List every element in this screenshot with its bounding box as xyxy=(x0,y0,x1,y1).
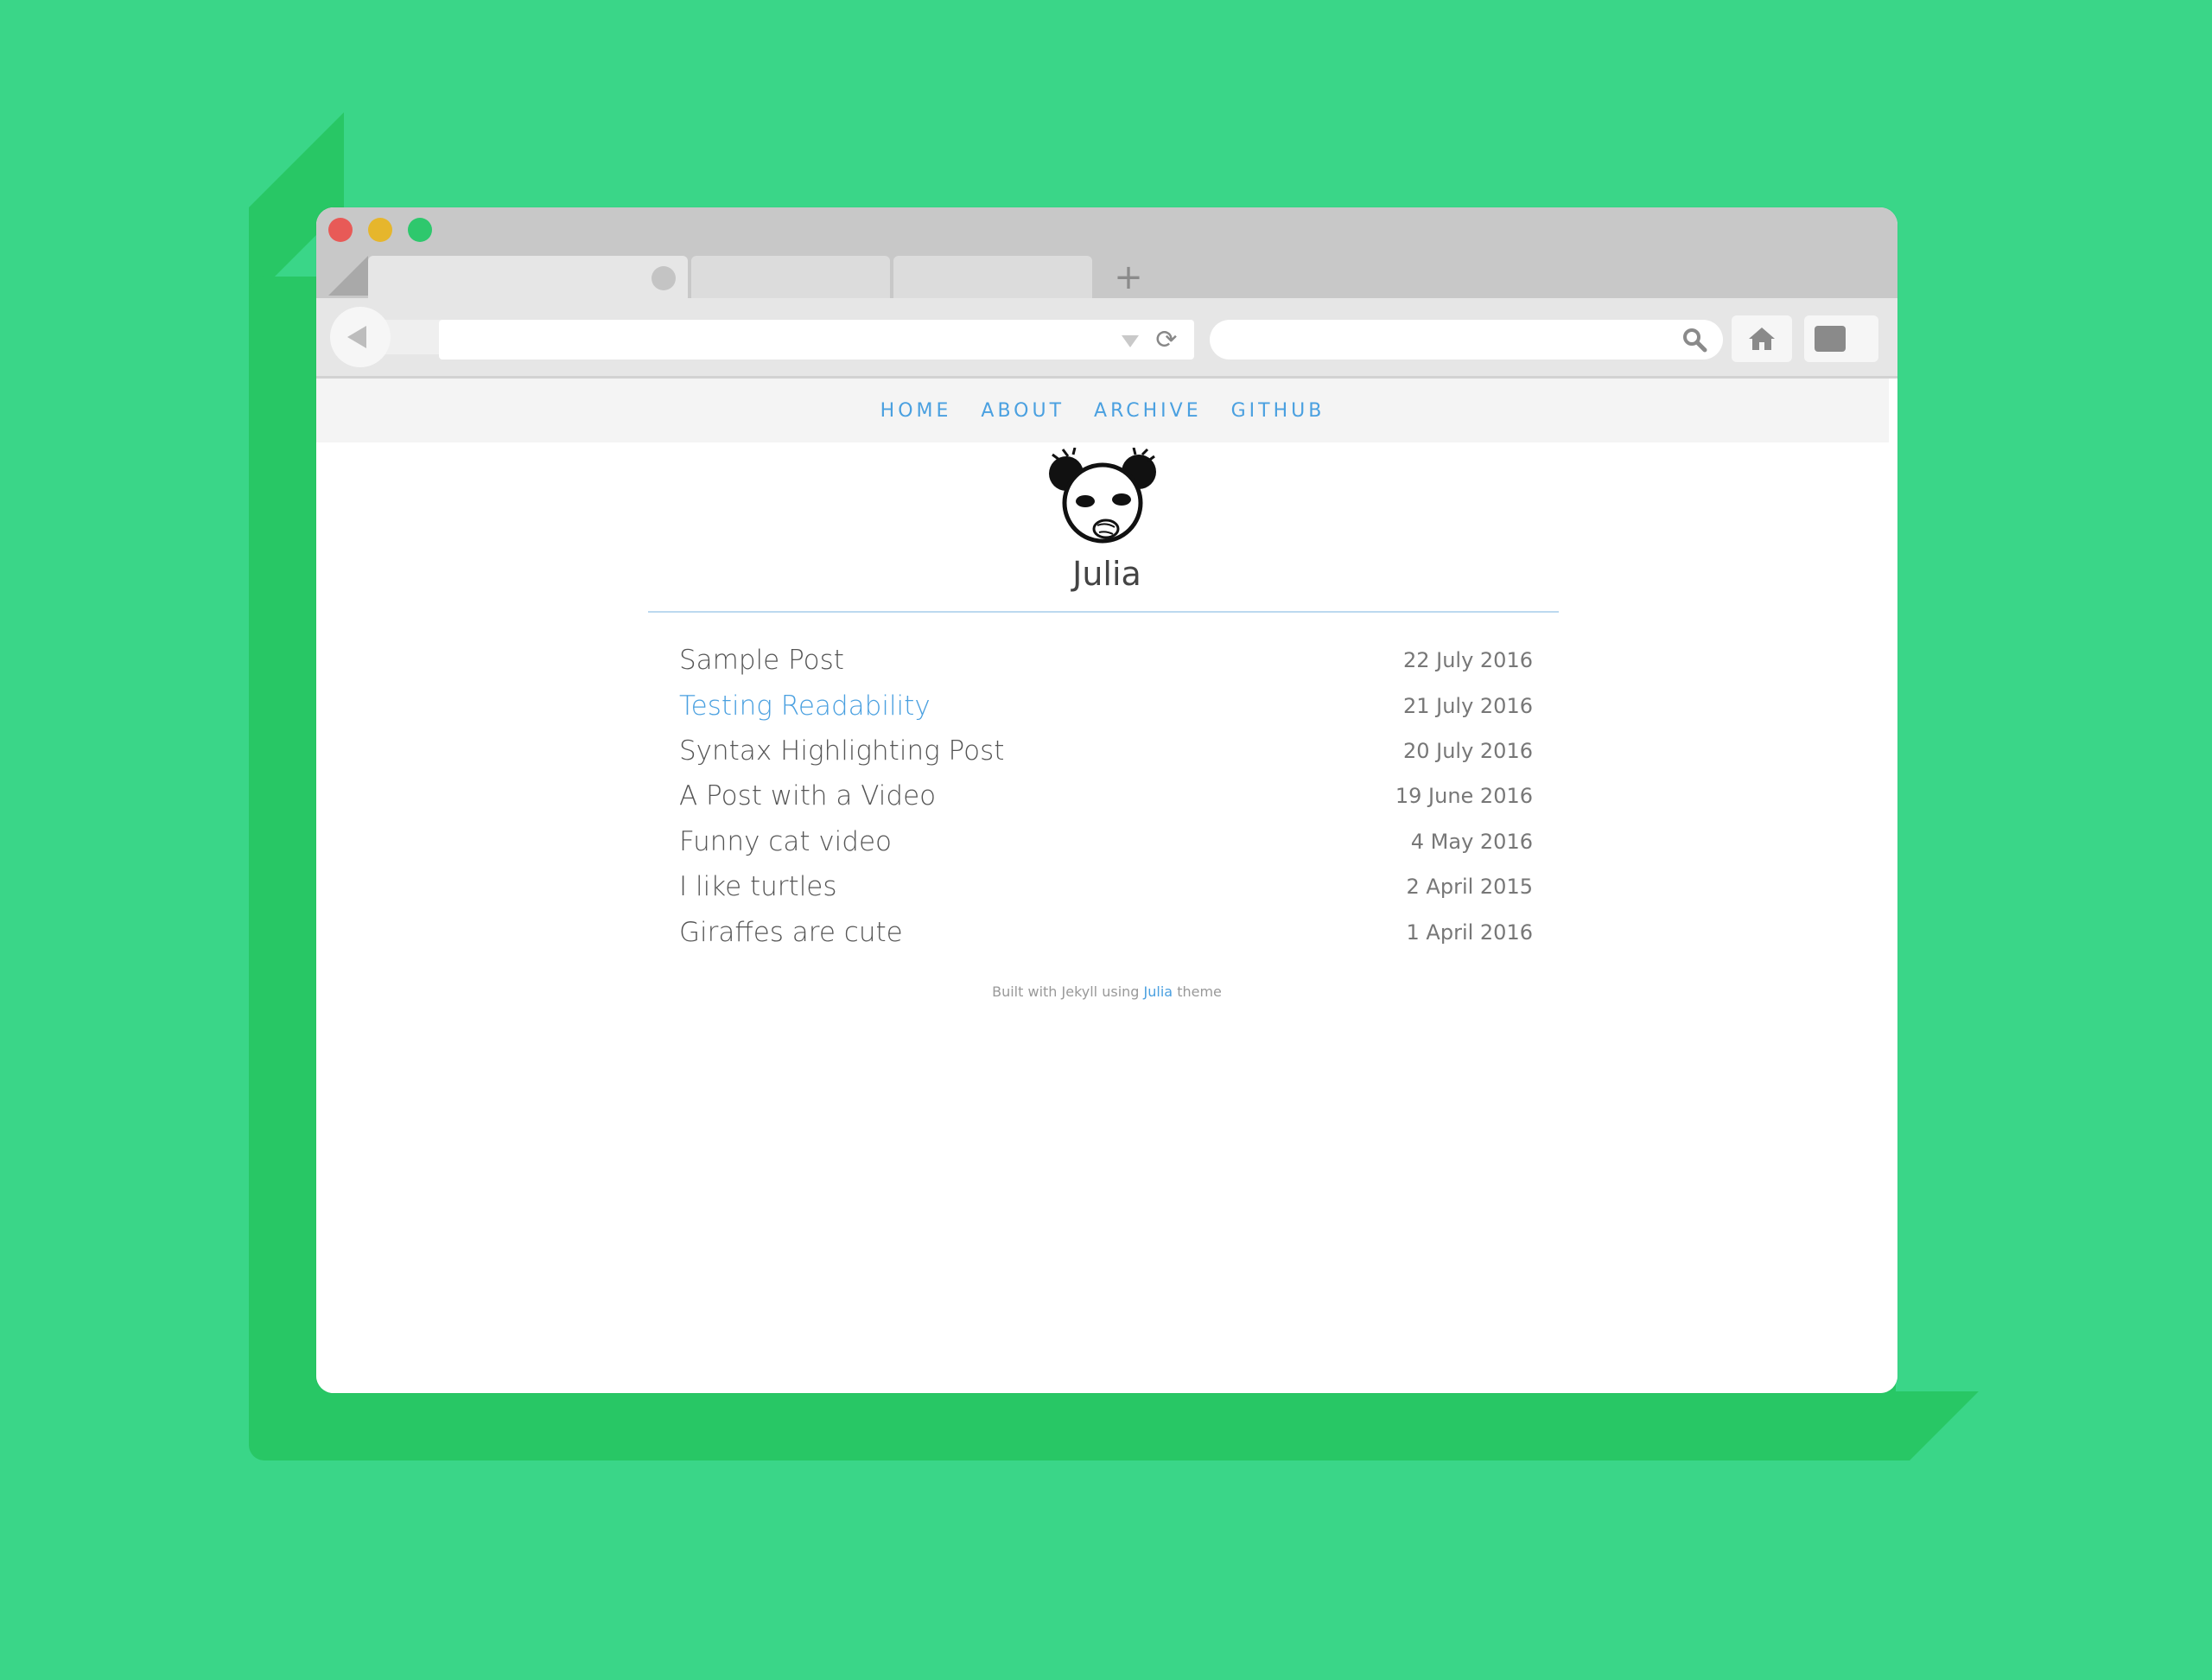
search-input[interactable] xyxy=(1210,320,1723,360)
list-item: Testing Readability 21 July 2016 xyxy=(679,683,1533,728)
tab-2[interactable] xyxy=(691,256,890,298)
list-item: Sample Post 22 July 2016 xyxy=(679,638,1533,683)
post-date: 2 April 2015 xyxy=(1406,875,1533,900)
list-item: I like turtles 2 April 2015 xyxy=(679,864,1533,909)
list-item: Syntax Highlighting Post 20 July 2016 xyxy=(679,729,1533,773)
post-title[interactable]: Testing Readability xyxy=(679,690,931,722)
post-date: 19 June 2016 xyxy=(1395,784,1533,809)
nav-github[interactable]: GITHUB xyxy=(1231,400,1325,422)
post-title[interactable]: Giraffes are cute xyxy=(679,917,903,948)
list-item: A Post with a Video 19 June 2016 xyxy=(679,773,1533,818)
browser-toolbar: ⟳ xyxy=(316,298,1897,379)
tab-close-icon[interactable] xyxy=(652,266,676,290)
new-tab-button[interactable]: + xyxy=(1111,256,1146,299)
title-bar: + xyxy=(316,207,1897,298)
tab-3[interactable] xyxy=(893,256,1092,298)
back-arrow-icon xyxy=(347,326,366,348)
nav-about[interactable]: ABOUT xyxy=(981,400,1065,422)
browser-window: + ⟳ HOME ABOUT ARCHIVE GITHUB Julia Samp… xyxy=(316,207,1897,1393)
nav-home[interactable]: HOME xyxy=(880,400,952,422)
post-title[interactable]: Sample Post xyxy=(679,645,844,676)
extension-button[interactable] xyxy=(1804,315,1878,362)
nav-archive[interactable]: ARCHIVE xyxy=(1094,400,1202,422)
search-icon[interactable] xyxy=(1681,327,1707,353)
post-title[interactable]: A Post with a Video xyxy=(679,780,936,811)
footer-prefix: Built with Jekyll using xyxy=(992,983,1140,1000)
post-title[interactable]: Funny cat video xyxy=(679,826,892,857)
address-bar[interactable]: ⟳ xyxy=(439,320,1194,360)
home-icon xyxy=(1749,328,1775,350)
dropdown-arrow-icon[interactable] xyxy=(1122,335,1139,347)
site-footer: Built with Jekyll using Julia theme xyxy=(316,983,1897,1000)
post-title[interactable]: I like turtles xyxy=(679,871,837,902)
post-list: Sample Post 22 July 2016 Testing Readabi… xyxy=(679,638,1533,955)
post-title[interactable]: Syntax Highlighting Post xyxy=(679,735,1004,767)
list-item: Funny cat video 4 May 2016 xyxy=(679,819,1533,864)
home-button[interactable] xyxy=(1732,315,1792,362)
reload-icon[interactable]: ⟳ xyxy=(1149,323,1184,358)
post-date: 21 July 2016 xyxy=(1402,693,1533,718)
title-divider xyxy=(648,611,1559,613)
site-title: Julia xyxy=(1072,555,1141,593)
web-page: HOME ABOUT ARCHIVE GITHUB Julia Sample P… xyxy=(316,379,1897,1393)
extension-icon xyxy=(1815,326,1846,352)
close-window-button[interactable] xyxy=(328,218,353,242)
footer-suffix: theme xyxy=(1177,983,1222,1000)
list-item: Giraffes are cute 1 April 2016 xyxy=(679,909,1533,954)
tab-corner xyxy=(328,256,368,296)
post-date: 4 May 2016 xyxy=(1410,829,1533,854)
footer-theme-link[interactable]: Julia xyxy=(1144,983,1173,1000)
post-date: 22 July 2016 xyxy=(1402,648,1533,673)
tab-active[interactable] xyxy=(368,256,688,298)
site-nav: HOME ABOUT ARCHIVE GITHUB xyxy=(316,379,1889,442)
avatar[interactable] xyxy=(1042,448,1163,551)
minimize-window-button[interactable] xyxy=(368,218,392,242)
post-date: 20 July 2016 xyxy=(1402,738,1533,763)
back-button[interactable] xyxy=(330,307,391,367)
maximize-window-button[interactable] xyxy=(408,218,432,242)
post-date: 1 April 2016 xyxy=(1406,920,1533,945)
